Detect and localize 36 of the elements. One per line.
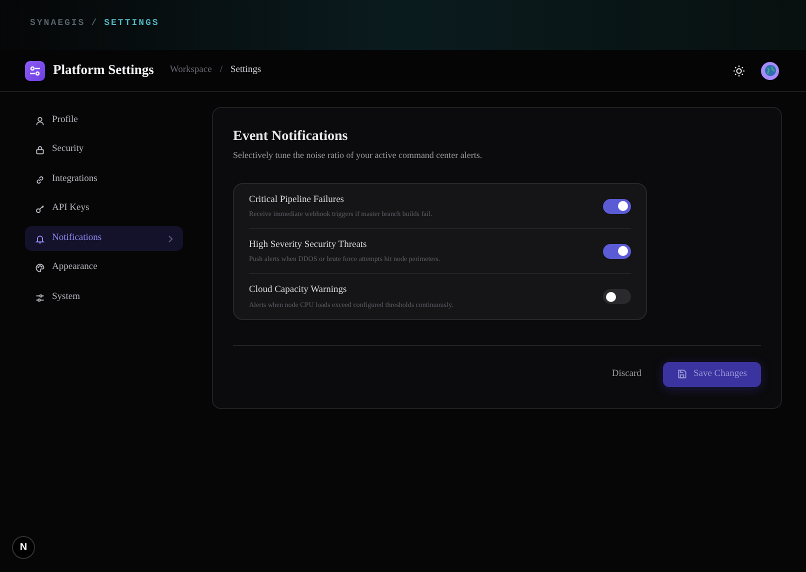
setting-title: High Severity Security Threats [249, 238, 368, 252]
sidebar-item[interactable]: Notifications [25, 226, 183, 251]
bell-icon [35, 234, 45, 244]
sidebar-item[interactable]: Security [25, 138, 183, 162]
user-icon [35, 116, 45, 126]
link-icon [35, 174, 45, 184]
avatar-icon[interactable] [761, 62, 779, 80]
palette-icon [35, 263, 45, 273]
sidebar-item[interactable]: Profile [25, 108, 183, 133]
panel-subtitle: Selectively tune the noise ratio of your active command center alerts. [233, 148, 484, 162]
sidebar-item[interactable]: System [25, 285, 183, 310]
breadcrumb-separator: / [220, 64, 222, 78]
dev-tools-button[interactable]: N [12, 536, 35, 559]
lock-icon [35, 145, 45, 155]
key-icon [35, 204, 45, 214]
sidebar-item[interactable]: Integrations [25, 167, 183, 192]
save-button[interactable]: Save Changes [663, 362, 761, 387]
breadcrumb-current: SETTINGS [104, 18, 160, 28]
breadcrumb-link[interactable]: Workspace [170, 63, 212, 78]
save-icon [677, 369, 688, 380]
toggle-switch[interactable] [603, 244, 631, 259]
breadcrumb-current: Settings [230, 64, 262, 78]
sliders-icon [35, 292, 45, 302]
setting-title: Cloud Capacity Warnings [249, 284, 348, 298]
logo-icon [25, 60, 45, 80]
toggle-switch[interactable] [603, 198, 631, 214]
page-title: Platform Settings [53, 61, 154, 80]
discard-button[interactable]: Discard [608, 361, 646, 388]
breadcrumb-separator: / [91, 18, 98, 28]
setting-title: Critical Pipeline Failures [249, 194, 345, 207]
sidebar-item[interactable]: Appearance [25, 256, 183, 280]
chevron-icon [168, 234, 173, 242]
sidebar-item[interactable]: API Keys [25, 196, 183, 222]
toggle-switch[interactable] [603, 289, 631, 304]
theme-toggle-icon[interactable] [733, 64, 745, 76]
panel-title: Event Notifications [233, 129, 349, 146]
